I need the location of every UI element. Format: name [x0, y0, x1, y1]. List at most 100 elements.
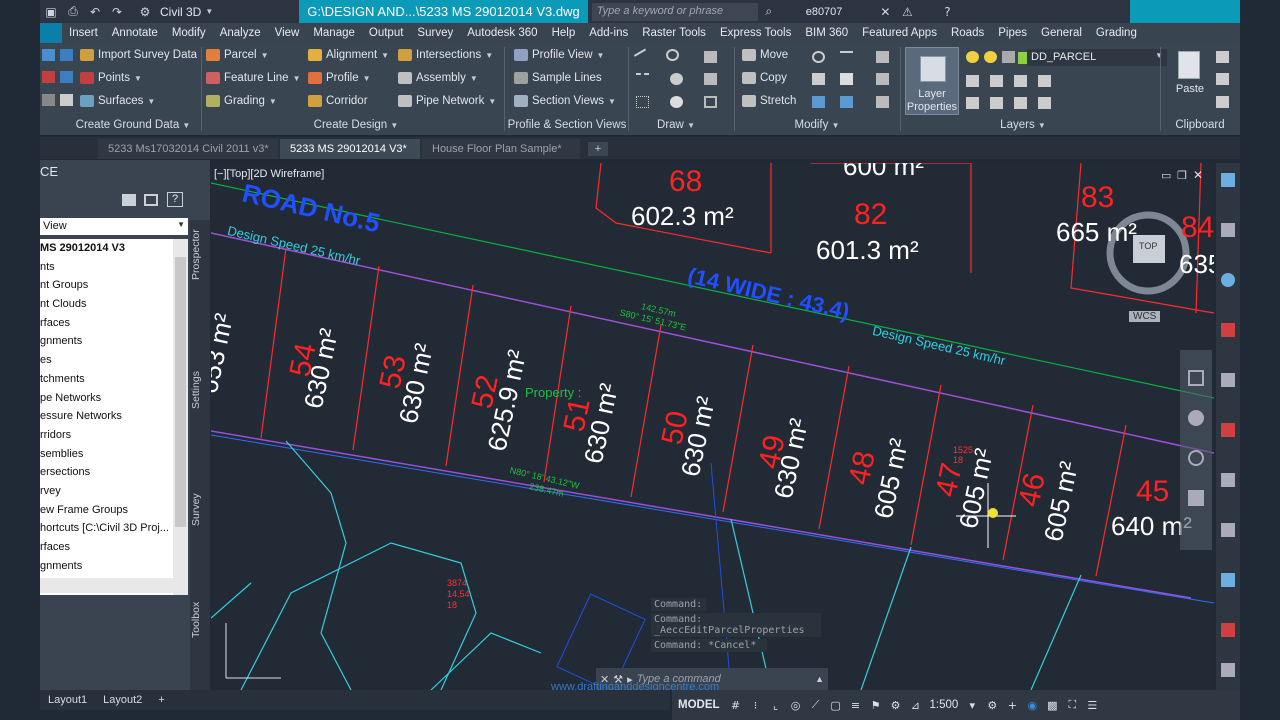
tool-palette-icon[interactable]	[1221, 273, 1235, 287]
toolspace-tool-icon[interactable]	[122, 194, 136, 206]
assembly-button[interactable]: Assembly ▼	[398, 72, 478, 84]
lineweight-icon[interactable]: ≡	[846, 695, 866, 715]
layer-tool-icon[interactable]	[990, 97, 1003, 109]
tab-roads[interactable]: Roads	[944, 23, 991, 43]
layer-properties-button[interactable]: Layer Properties	[905, 47, 959, 115]
polar-icon[interactable]: ◎	[786, 695, 806, 715]
hatch-icon[interactable]	[636, 96, 649, 108]
tree-item[interactable]: gnments	[40, 332, 188, 351]
explode-icon[interactable]	[876, 73, 889, 85]
layer-tool-icon[interactable]	[1014, 75, 1027, 87]
layer-tool-icon[interactable]	[1038, 75, 1051, 87]
panel-title-create-design[interactable]: Create Design ▼	[206, 117, 506, 133]
array-icon[interactable]	[840, 96, 853, 108]
paste-button[interactable]: Paste	[1170, 47, 1210, 95]
alignment-button[interactable]: Alignment ▼	[308, 49, 389, 61]
osnap-icon[interactable]: ▢	[826, 695, 846, 715]
layer-tool-icon[interactable]	[1014, 97, 1027, 109]
new-tab-button[interactable]: +	[588, 142, 608, 156]
erase-icon[interactable]	[876, 51, 889, 63]
layer-icon[interactable]	[60, 49, 73, 61]
rectangle-icon[interactable]	[704, 51, 717, 63]
mirror-icon[interactable]	[812, 73, 825, 85]
tab-addins[interactable]: Add-ins	[582, 23, 635, 43]
add-layout-button[interactable]: +	[150, 694, 172, 706]
hardware-acceleration-icon[interactable]: ◉	[1022, 695, 1042, 715]
trim-icon[interactable]	[840, 51, 853, 63]
doc-tab[interactable]: 5233 Ms17032014 Civil 2011 v3*	[98, 139, 278, 159]
profile-button[interactable]: Profile ▼	[308, 72, 371, 84]
stretch-button[interactable]: Stretch	[742, 95, 796, 107]
tool-palette-icon[interactable]	[1221, 423, 1235, 437]
tab-survey[interactable]: Survey	[410, 23, 460, 43]
cut-icon[interactable]	[1216, 51, 1229, 63]
sample-lines-button[interactable]: Sample Lines	[514, 72, 602, 84]
tool-palette-icon[interactable]	[1221, 323, 1235, 337]
tab-raster-tools[interactable]: Raster Tools	[635, 23, 713, 43]
tab-pipes[interactable]: Pipes	[991, 23, 1034, 43]
tree-item-drawing[interactable]: MS 29012014 V3	[40, 239, 188, 258]
tab-insert[interactable]: Insert	[62, 23, 105, 43]
annotation-visibility-icon[interactable]: ⚑	[866, 695, 886, 715]
intersections-button[interactable]: Intersections ▼	[398, 49, 493, 61]
surface-small-icon[interactable]	[42, 94, 55, 106]
doc-tab[interactable]: House Floor Plan Sample*	[422, 139, 580, 159]
viewcube-top-label[interactable]: TOP	[1139, 241, 1157, 251]
polyline-icon[interactable]	[636, 73, 649, 85]
viewport-minimize-icon[interactable]: ▭	[1161, 169, 1171, 182]
scale-icon[interactable]	[812, 96, 825, 108]
section-views-button[interactable]: Section Views ▼	[514, 95, 616, 107]
plus-icon[interactable]: +	[1002, 695, 1022, 715]
move-button[interactable]: Move	[742, 49, 788, 61]
tree-scrollbar[interactable]	[173, 239, 188, 595]
layer-icon[interactable]	[60, 71, 73, 83]
match-properties-icon[interactable]	[1216, 96, 1229, 108]
tab-autodesk360[interactable]: Autodesk 360	[460, 23, 544, 43]
panel-title-profile-section-views[interactable]: Profile & Section Views	[504, 117, 630, 133]
vtab-toolbox[interactable]: Toolbox	[190, 590, 210, 650]
tab-grading[interactable]: Grading	[1089, 23, 1144, 43]
isolate-objects-icon[interactable]: ▩	[1042, 695, 1062, 715]
boundary-icon[interactable]	[704, 96, 717, 108]
tree-item[interactable]: hortcuts [C:\Civil 3D Proj...	[40, 519, 188, 538]
layer-icon[interactable]	[60, 94, 73, 106]
tree-item[interactable]: rfaces	[40, 538, 188, 557]
lock-icon[interactable]	[1002, 51, 1015, 63]
corridor-button[interactable]: Corridor	[308, 95, 368, 107]
tab-general[interactable]: General	[1034, 23, 1089, 43]
feature-line-button[interactable]: Feature Line ▼	[206, 72, 301, 84]
help-icon[interactable]: ?	[167, 192, 183, 207]
tool-palette-icon[interactable]	[1221, 473, 1235, 487]
layer-tool-icon[interactable]	[1038, 97, 1051, 109]
pan-icon[interactable]	[1188, 410, 1204, 426]
points-button[interactable]: Points ▼	[80, 72, 142, 84]
search-input[interactable]: Type a keyword or phrase	[591, 2, 758, 21]
vtab-settings[interactable]: Settings	[190, 360, 210, 420]
tab-bim360[interactable]: BIM 360	[798, 23, 855, 43]
chevron-down-icon[interactable]: ▾	[962, 695, 982, 715]
exchange-icon[interactable]: ✕	[876, 4, 894, 20]
tree-item[interactable]: pe Networks	[40, 389, 188, 408]
circle-icon[interactable]	[670, 73, 683, 85]
app-menu-button[interactable]	[40, 23, 62, 43]
region-icon[interactable]	[704, 73, 717, 85]
grading-button[interactable]: Grading ▼	[206, 95, 277, 107]
profile-view-button[interactable]: Profile View ▼	[514, 49, 604, 61]
vtab-survey[interactable]: Survey	[190, 480, 210, 540]
tool-palette-icon[interactable]	[1221, 663, 1235, 677]
customize-icon[interactable]: ☰	[1082, 695, 1102, 715]
doc-tab-active[interactable]: 5233 MS 29012014 V3*	[280, 139, 420, 159]
tool-palette-icon[interactable]	[1221, 623, 1235, 637]
arc-icon[interactable]	[666, 49, 679, 61]
tree-item[interactable]: semblies	[40, 445, 188, 464]
layer-tool-icon[interactable]	[966, 97, 979, 109]
tree-item[interactable]: nt Groups	[40, 276, 188, 295]
layer-icon[interactable]	[42, 49, 55, 61]
sun-icon[interactable]	[984, 51, 997, 63]
tab-express-tools[interactable]: Express Tools	[713, 23, 798, 43]
tab-output[interactable]: Output	[362, 23, 411, 43]
rotate-icon[interactable]	[812, 51, 825, 63]
toolspace-view-select[interactable]: View ▼	[40, 218, 188, 235]
ortho-icon[interactable]: ⌞	[766, 695, 786, 715]
ellipse-icon[interactable]	[670, 96, 683, 108]
